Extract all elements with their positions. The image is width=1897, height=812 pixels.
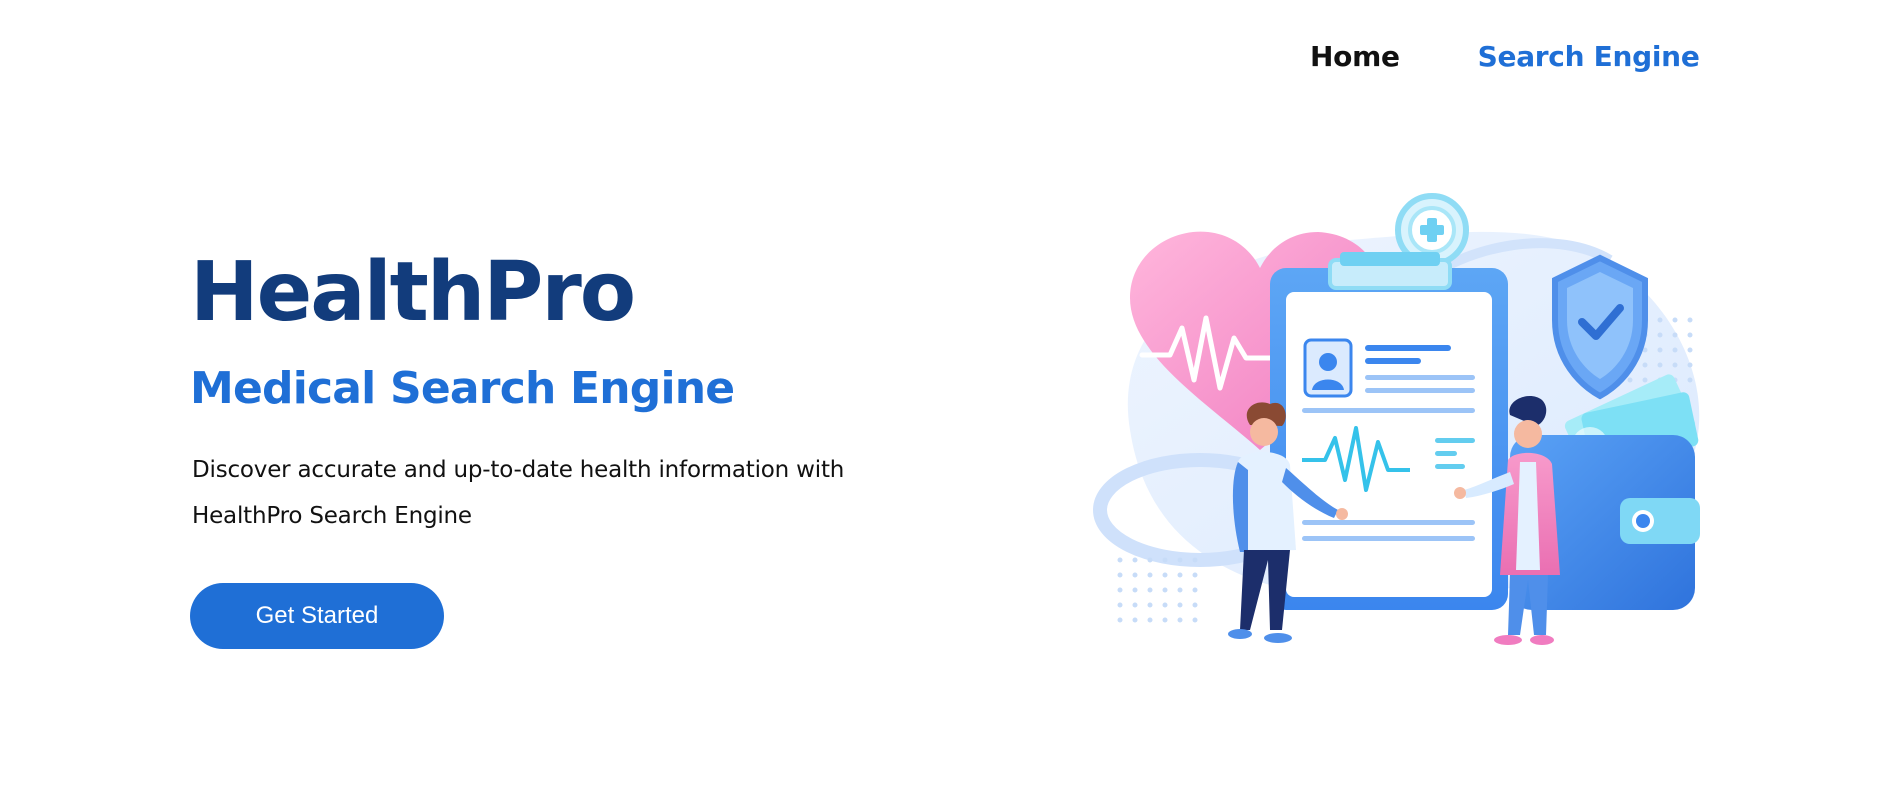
nav-search-engine-link[interactable]: Search Engine — [1478, 40, 1700, 73]
medical-illustration — [1093, 193, 1700, 645]
landing-page: Home Search Engine HealthPro Medical Sea… — [0, 0, 1897, 812]
get-started-button[interactable]: Get Started — [190, 583, 444, 649]
hero-description: Discover accurate and up-to-date health … — [192, 457, 845, 529]
hero-subtitle: Medical Search Engine — [190, 363, 735, 414]
clipboard-report — [1270, 252, 1508, 610]
hero-title: HealthPro — [190, 245, 636, 340]
top-nav: Home Search Engine — [1310, 40, 1700, 73]
dot-pattern-left — [1117, 557, 1198, 623]
patient-profile-icon — [1303, 338, 1353, 398]
nav-home-link[interactable]: Home — [1310, 40, 1400, 73]
hero-section: HealthPro Medical Search Engine Discover… — [190, 245, 990, 539]
